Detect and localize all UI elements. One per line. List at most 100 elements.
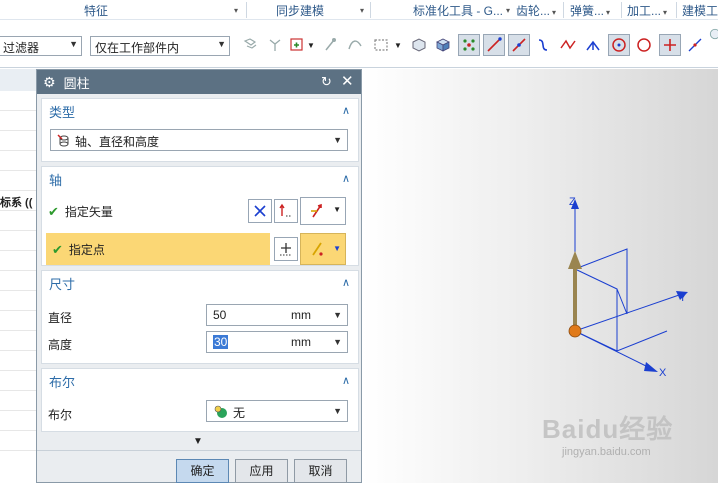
ribbon-group-modeling-tools[interactable]: 建模工具 [682,2,718,18]
boolean-section-header[interactable]: 布尔 ∧ [42,369,358,393]
list-item[interactable] [0,91,36,111]
endpoint-snap-icon[interactable] [483,34,505,56]
list-item[interactable] [0,151,36,171]
height-label: 高度 [48,338,73,352]
dialog-title-bar[interactable]: ⚙ 圆柱 ↻ ✕ [37,70,361,94]
intersection-snap-icon[interactable] [557,34,579,56]
more-options-icon[interactable]: ▼ [193,436,203,447]
chevron-up-icon[interactable]: ∧ [342,172,350,185]
search-icon[interactable] [708,23,718,45]
x-axis-label: X [659,367,667,379]
midpoint-snap-icon[interactable] [508,34,530,56]
ribbon-group-bar: 特征 ▾ 同步建模 ▾ 标准化工具 - G... ▾ 齿轮... ▾ 弹簧... ▾… [0,0,718,20]
z-axis-label: Z [569,196,576,208]
watermark-logo: Baidu经验 jingyan.baidu.com [542,414,674,458]
axis-section-header[interactable]: 轴 ∧ [42,167,358,191]
select-curve-icon[interactable] [344,34,366,56]
cancel-button[interactable]: 取消 [294,459,347,483]
boolean-section: 布尔 ∧ 布尔 无 ▼ [41,368,359,432]
ribbon-group-standard-tools[interactable]: 标准化工具 - G... [413,2,508,18]
list-item[interactable] [0,371,36,391]
perpendicular-snap-icon[interactable] [582,34,604,56]
list-item[interactable] [0,271,36,291]
list-item[interactable] [0,211,36,231]
dimensions-section-header[interactable]: 尺寸 ∧ [42,271,358,295]
boolean-none-icon [214,405,227,418]
boolean-label: 布尔 [48,408,73,422]
list-item[interactable] [0,431,36,451]
list-item[interactable] [0,311,36,331]
list-item[interactable] [0,131,36,151]
ribbon-group-gears[interactable]: 齿轮... ▾ [516,2,556,18]
point-on-curve-snap-icon[interactable] [684,34,706,56]
list-item[interactable] [0,251,36,271]
part-navigator-panel: 标系 (( [0,69,37,483]
chevron-down-icon[interactable]: ▼ [305,34,317,56]
ok-button[interactable]: 确定 [176,459,229,483]
arc-center-snap-icon[interactable] [608,34,630,56]
graphics-viewport[interactable]: Z Y X Baidu经验 jingyan.baidu.com [362,69,718,483]
vector-dialog-icon[interactable] [274,199,298,223]
ribbon-group-sync-modeling[interactable]: 同步建模 [276,2,324,18]
list-item[interactable] [0,331,36,351]
rectangle-select-icon[interactable] [370,34,392,56]
ribbon-group-features[interactable]: 特征 [84,2,108,18]
inferred-point-select[interactable]: ▼ [300,233,346,265]
reset-icon[interactable]: ↻ [321,74,332,90]
chevron-down-icon: ▼ [333,337,342,347]
chevron-up-icon[interactable]: ∧ [342,276,350,289]
navigator-header [0,69,36,91]
y-axis-label: Y [679,292,687,304]
height-input[interactable]: 30 mm ▼ [206,331,348,353]
list-item[interactable] [0,351,36,371]
inferred-vector-select[interactable]: ▼ [300,197,346,225]
list-item-coordinate-system[interactable]: 标系 (( [0,191,36,211]
specify-vector-row[interactable]: ✔ 指定矢量 [48,203,113,220]
ribbon-group-springs[interactable]: 弹簧... ▾ [570,2,610,18]
type-section-header[interactable]: 类型 ∧ [42,99,358,123]
boolean-select[interactable]: 无 ▼ [206,400,348,422]
type-select[interactable]: 轴、直径和高度 ▼ [50,129,348,151]
ribbon-group-dropdown-arrow[interactable]: ▾ [232,2,238,18]
gear-icon[interactable]: ⚙ [43,74,56,91]
list-item[interactable] [0,411,36,431]
list-item[interactable] [0,111,36,131]
diameter-input[interactable]: 50 mm ▼ [206,304,348,326]
control-point-snap-icon[interactable] [532,34,554,56]
dialog-title: 圆柱 [63,75,90,91]
list-item[interactable] [0,171,36,191]
point-grid-snap-icon[interactable] [458,34,480,56]
assembly-filter-icon[interactable] [240,34,262,56]
ribbon-group-machining[interactable]: 加工... ▾ [627,2,667,18]
apply-button[interactable]: 应用 [235,459,288,483]
list-item[interactable] [0,391,36,411]
chevron-down-icon[interactable]: ▼ [392,34,404,56]
point-dialog-icon[interactable] [274,237,298,261]
selection-scope-combo[interactable]: 仅在工作部件内 ▼ [90,36,230,56]
component-filter-icon[interactable] [264,34,286,56]
existing-point-snap-icon[interactable] [659,34,681,56]
close-icon[interactable]: ✕ [341,72,354,90]
reverse-direction-icon[interactable] [248,199,272,223]
chevron-down-icon: ▼ [333,310,342,320]
quadrant-snap-icon[interactable] [633,34,655,56]
ribbon-group-dropdown-arrow-3[interactable]: ▾ [504,2,510,18]
chevron-down-icon: ▼ [333,135,342,145]
wireframe-cube-icon[interactable] [408,34,430,56]
dimensions-section: 尺寸 ∧ 直径 50 mm ▼ 高度 30 mm ▼ [41,270,359,364]
chevron-up-icon[interactable]: ∧ [342,104,350,117]
list-item[interactable] [0,231,36,251]
chevron-down-icon: ▼ [333,406,342,416]
specify-point-row[interactable]: ✔ 指定点 [46,233,270,265]
height-unit: mm [291,335,311,349]
axis-section: 轴 ∧ ✔ 指定矢量 ▼ ✔ 指定点 ▼ [41,166,359,266]
snap-point-icon[interactable] [320,34,342,56]
type-filter-combo[interactable]: 过滤器 ▼ [0,36,82,56]
shaded-cube-icon[interactable] [432,34,454,56]
checkmark-icon: ✔ [48,204,59,219]
chevron-up-icon[interactable]: ∧ [342,374,350,387]
ribbon-group-dropdown-arrow-2[interactable]: ▾ [358,2,364,18]
chevron-down-icon: ▼ [69,39,78,49]
list-item[interactable] [0,291,36,311]
selection-toolbar: 过滤器 ▼ 仅在工作部件内 ▼ ▼ ▼ [0,21,718,68]
